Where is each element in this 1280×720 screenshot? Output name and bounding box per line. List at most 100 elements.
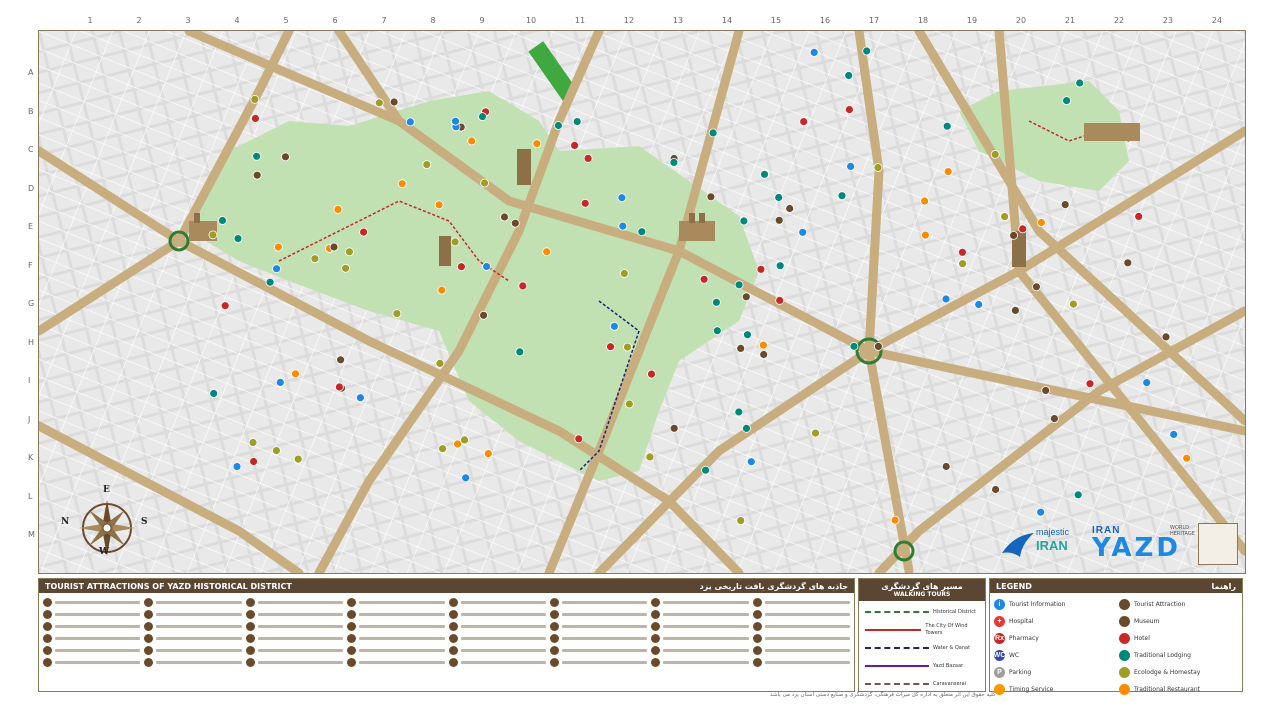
poi-marker[interactable] (1009, 230, 1018, 240)
poi-marker[interactable] (774, 193, 784, 202)
attraction-entry[interactable] (651, 645, 749, 655)
poi-marker[interactable] (862, 46, 872, 56)
attraction-entry[interactable] (549, 621, 648, 631)
poi-marker[interactable] (1134, 211, 1144, 221)
poi-marker[interactable] (743, 330, 752, 340)
walking-route-item[interactable]: Water & Qanat (865, 641, 979, 655)
poi-marker[interactable] (341, 263, 351, 273)
poi-marker[interactable] (232, 462, 242, 472)
poi-marker[interactable] (811, 428, 820, 438)
poi-marker[interactable] (1032, 282, 1041, 292)
poi-marker[interactable] (669, 157, 679, 167)
poi-marker[interactable] (478, 112, 487, 121)
poi-marker[interactable] (1000, 212, 1009, 222)
attraction-entry[interactable] (347, 609, 445, 619)
poi-marker[interactable] (336, 355, 346, 365)
poi-marker[interactable] (1161, 332, 1171, 342)
attraction-entry[interactable] (347, 597, 445, 607)
map-canvas[interactable]: E N S W (38, 30, 1246, 574)
poi-marker[interactable] (712, 297, 721, 307)
poi-marker[interactable] (1018, 224, 1028, 234)
walking-route-item[interactable]: Historical District (865, 605, 979, 619)
poi-marker[interactable] (248, 438, 258, 447)
walking-route-item[interactable]: Caravanserai (865, 677, 979, 691)
attraction-entry[interactable] (144, 633, 242, 643)
attraction-entry[interactable] (245, 609, 344, 619)
attraction-entry[interactable] (549, 597, 648, 607)
poi-marker[interactable] (510, 218, 520, 228)
poi-marker[interactable] (220, 301, 230, 311)
poi-marker[interactable] (532, 139, 542, 149)
poi-marker[interactable] (809, 47, 819, 57)
poi-marker[interactable] (958, 259, 967, 269)
poi-marker[interactable] (252, 151, 262, 161)
attraction-entry[interactable] (448, 621, 546, 631)
poi-marker[interactable] (344, 247, 354, 257)
attraction-entry[interactable] (43, 633, 141, 643)
attraction-entry[interactable] (144, 657, 242, 667)
poi-marker[interactable] (208, 230, 218, 240)
poi-marker[interactable] (249, 457, 259, 466)
attraction-entry[interactable] (549, 609, 648, 619)
poi-marker[interactable] (1050, 414, 1059, 424)
poi-marker[interactable] (1123, 258, 1133, 268)
poi-marker[interactable] (1037, 218, 1046, 227)
attraction-entry[interactable] (144, 645, 242, 655)
attraction-entry[interactable] (752, 633, 850, 643)
poi-marker[interactable] (574, 434, 584, 444)
poi-marker[interactable] (799, 117, 809, 126)
walking-route-item[interactable]: Yazd Bazaar (865, 659, 979, 673)
poi-marker[interactable] (542, 247, 552, 257)
poi-marker[interactable] (1036, 507, 1046, 517)
walking-route-item[interactable]: The City Of Wind Towers (865, 623, 979, 637)
poi-marker[interactable] (1011, 305, 1020, 315)
poi-marker[interactable] (844, 71, 854, 80)
poi-marker[interactable] (739, 216, 749, 226)
poi-marker[interactable] (518, 281, 528, 291)
poi-marker[interactable] (456, 262, 466, 272)
attraction-entry[interactable] (245, 657, 344, 667)
poi-marker[interactable] (437, 285, 447, 295)
attraction-entry[interactable] (347, 633, 445, 643)
poi-marker[interactable] (756, 264, 766, 274)
poi-marker[interactable] (759, 340, 768, 350)
attraction-entry[interactable] (651, 633, 749, 643)
attraction-entry[interactable] (448, 657, 546, 667)
poi-marker[interactable] (618, 221, 628, 231)
poi-marker[interactable] (310, 254, 320, 264)
poi-marker[interactable] (874, 341, 883, 351)
poi-marker[interactable] (637, 227, 647, 237)
poi-marker[interactable] (422, 160, 432, 170)
poi-marker[interactable] (760, 169, 769, 179)
poi-marker[interactable] (617, 193, 627, 203)
poi-marker[interactable] (742, 423, 751, 433)
poi-marker[interactable] (669, 423, 679, 433)
attraction-entry[interactable] (245, 645, 344, 655)
poi-marker[interactable] (572, 117, 582, 126)
attraction-entry[interactable] (651, 609, 749, 619)
attraction-entry[interactable] (144, 597, 242, 607)
poi-marker[interactable] (1085, 379, 1095, 389)
attraction-entry[interactable] (651, 597, 749, 607)
poi-marker[interactable] (329, 242, 339, 252)
poi-marker[interactable] (1060, 200, 1070, 210)
poi-marker[interactable] (785, 204, 795, 213)
landmark-jameh-mosque[interactable] (439, 236, 451, 266)
poi-marker[interactable] (741, 292, 751, 302)
poi-marker[interactable] (610, 321, 619, 331)
poi-marker[interactable] (293, 454, 303, 464)
poi-marker[interactable] (272, 264, 282, 274)
attraction-entry[interactable] (448, 633, 546, 643)
poi-marker[interactable] (943, 167, 953, 177)
poi-marker[interactable] (708, 128, 718, 138)
poi-marker[interactable] (570, 141, 579, 150)
poi-marker[interactable] (606, 342, 615, 352)
attraction-entry[interactable] (43, 609, 141, 619)
attraction-entry[interactable] (347, 657, 445, 667)
poi-marker[interactable] (218, 216, 227, 225)
poi-marker[interactable] (736, 343, 746, 353)
attraction-entry[interactable] (245, 633, 344, 643)
poi-marker[interactable] (974, 300, 984, 309)
poi-marker[interactable] (846, 161, 855, 171)
poi-marker[interactable] (845, 105, 854, 114)
